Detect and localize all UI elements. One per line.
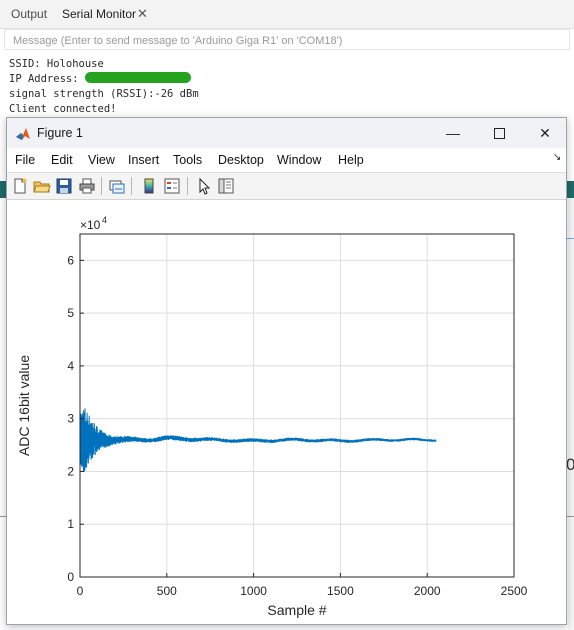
plot-grid xyxy=(80,234,514,577)
tab-output[interactable]: Output xyxy=(11,0,47,28)
adc-line-chart[interactable]: 0 500 1000 1500 2000 2500 0 1 2 3 4 5 6 ×10 4 Sample… xyxy=(7,200,566,624)
axes-box xyxy=(79,233,515,578)
y-tick-label: 6 xyxy=(67,253,74,267)
x-tick-label: 2000 xyxy=(414,584,441,598)
serial-line-client: Client connected! xyxy=(9,103,117,115)
toolbar-separator xyxy=(131,177,132,195)
insert-legend-icon[interactable] xyxy=(163,177,181,195)
minimize-button[interactable]: — xyxy=(430,118,476,148)
serial-output: SSID: Holohouse IP Address: signal stren… xyxy=(9,57,569,117)
menu-file[interactable]: File xyxy=(15,148,35,172)
x-tick-label: 500 xyxy=(157,584,177,598)
toolbar-separator xyxy=(187,177,188,195)
print-icon[interactable] xyxy=(78,177,96,195)
ip-label: IP Address: xyxy=(9,73,79,85)
menu-bar: File Edit View Insert Tools Desktop Wind… xyxy=(7,148,566,173)
y-tick-label: 4 xyxy=(67,359,74,373)
open-file-icon[interactable] xyxy=(33,177,51,195)
axis-ticks: 0 500 1000 1500 2000 2500 0 1 2 3 4 5 6 xyxy=(67,253,527,598)
y-tick-label: 1 xyxy=(67,517,74,531)
panel-tab-bar: Output Serial Monitor ✕ xyxy=(0,0,574,29)
x-tick-label: 0 xyxy=(77,584,84,598)
figure-window: Figure 1 — ✕ File Edit View Insert Tools… xyxy=(6,117,567,625)
dock-arrow-icon[interactable]: ↘ xyxy=(553,152,561,163)
y-axis-label: ADC 16bit value xyxy=(16,355,32,456)
menu-window[interactable]: Window xyxy=(277,148,321,172)
background-divider xyxy=(566,516,574,517)
x-tick-label: 1000 xyxy=(240,584,267,598)
maximize-icon xyxy=(493,128,505,139)
plot-area: 0 500 1000 1500 2000 2500 0 1 2 3 4 5 6 ×10 4 Sample… xyxy=(7,200,566,624)
serial-line-ssid: SSID: Holohouse xyxy=(9,58,104,70)
menu-desktop[interactable]: Desktop xyxy=(218,148,264,172)
background-text-fragment: 0 xyxy=(566,455,574,474)
menu-tools[interactable]: Tools xyxy=(173,148,202,172)
y-exponent-power: 4 xyxy=(102,215,107,225)
tab-serial-monitor[interactable]: Serial Monitor xyxy=(62,0,136,28)
menu-view[interactable]: View xyxy=(88,148,115,172)
link-plot-icon[interactable] xyxy=(108,177,126,195)
x-axis-label: Sample # xyxy=(267,602,326,618)
message-input[interactable] xyxy=(13,33,553,48)
maximize-button[interactable] xyxy=(476,118,522,148)
x-tick-label: 2500 xyxy=(501,584,528,598)
y-tick-label: 0 xyxy=(67,570,74,584)
serial-line-rssi: signal strength (RSSI):-26 dBm xyxy=(9,88,199,100)
y-tick-label: 3 xyxy=(67,412,74,426)
edit-plot-cursor-icon[interactable] xyxy=(195,177,213,195)
x-tick-label: 1500 xyxy=(327,584,354,598)
close-button[interactable]: ✕ xyxy=(522,118,568,148)
close-icon[interactable]: ✕ xyxy=(137,0,148,28)
insert-colorbar-icon[interactable] xyxy=(140,177,158,195)
y-tick-label: 5 xyxy=(67,306,74,320)
matlab-logo-icon xyxy=(16,128,30,140)
menu-insert[interactable]: Insert xyxy=(128,148,159,172)
title-bar[interactable]: Figure 1 — ✕ xyxy=(7,118,566,148)
window-title: Figure 1 xyxy=(37,126,83,140)
new-figure-icon[interactable] xyxy=(11,177,29,195)
message-bar xyxy=(4,29,570,50)
toolbar-separator xyxy=(101,177,102,195)
redaction-mark xyxy=(84,72,191,83)
y-tick-label: 2 xyxy=(67,464,74,478)
background-window-edge xyxy=(568,198,574,630)
menu-help[interactable]: Help xyxy=(338,148,364,172)
adc-signal-line xyxy=(79,408,437,472)
menu-edit[interactable]: Edit xyxy=(51,148,73,172)
figure-toolbar xyxy=(7,173,566,200)
serial-line-ip: IP Address: xyxy=(9,72,569,87)
property-inspector-icon[interactable] xyxy=(217,177,235,195)
save-icon[interactable] xyxy=(55,177,73,195)
y-exponent-label: ×10 xyxy=(80,218,101,232)
